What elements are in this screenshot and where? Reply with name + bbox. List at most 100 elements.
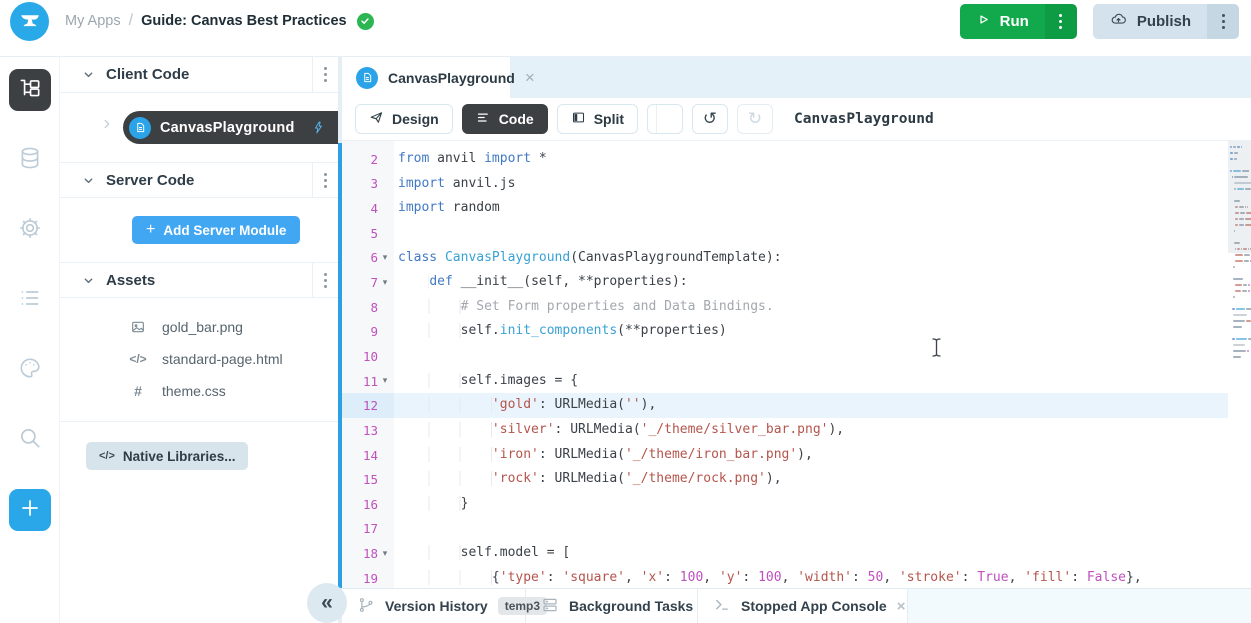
theme-tab[interactable] (9, 349, 51, 391)
gutter-line: 11▾ (342, 369, 394, 394)
minimap-line (1233, 278, 1251, 280)
publish-options-button[interactable] (1207, 4, 1239, 39)
bottom-bar-filler (908, 589, 1251, 623)
breadcrumb-my-apps[interactable]: My Apps (65, 13, 121, 29)
anvil-logo[interactable] (10, 2, 49, 41)
breadcrumb: My Apps / Guide: Canvas Best Practices (65, 12, 374, 30)
code-line: # Set Form properties and Data Bindings. (394, 295, 1228, 320)
run-button-group: Run (960, 4, 1077, 39)
asset-file-name: theme.css (162, 383, 226, 399)
gutter-line: 9 (342, 319, 394, 344)
gutter-line: 19 (342, 566, 394, 591)
assets-menu-button[interactable] (312, 263, 338, 297)
cloud-upload-icon (1109, 11, 1128, 32)
close-console-icon[interactable]: × (897, 598, 906, 615)
fold-toggle-icon[interactable]: ▾ (378, 376, 392, 386)
minimap-line (1233, 350, 1251, 352)
tab-canvasplayground[interactable]: CanvasPlayground × (342, 57, 510, 98)
publish-label: Publish (1137, 13, 1191, 30)
client-code-header[interactable]: Client Code (60, 57, 338, 93)
run-button[interactable]: Run (960, 4, 1045, 39)
tab-title: CanvasPlayground (388, 70, 515, 86)
assets-label: Assets (106, 272, 155, 289)
settings-tab[interactable] (9, 209, 51, 251)
panel-resize-handle[interactable] (338, 57, 342, 623)
editor-column: CanvasPlayground × Design Code (342, 57, 1251, 623)
kebab-icon (324, 273, 327, 288)
code-line (394, 517, 1228, 542)
breadcrumb-separator: / (129, 12, 133, 30)
add-button[interactable] (9, 489, 51, 531)
client-code-menu-button[interactable] (312, 57, 338, 92)
run-options-button[interactable] (1045, 4, 1077, 39)
minimap-line (1235, 284, 1251, 286)
server-code-menu-button[interactable] (312, 163, 338, 197)
gutter-line: 7▾ (342, 270, 394, 295)
code-editor[interactable]: 23456▾7▾891011▾12131415161718▾19 from an… (342, 141, 1251, 588)
code-area[interactable]: from anvil import *import anvil.jsimport… (394, 141, 1228, 588)
server-code-header[interactable]: Server Code (60, 162, 338, 198)
minimap-line (1235, 254, 1251, 256)
split-view-button[interactable]: Split (557, 104, 638, 134)
chevron-down-icon[interactable] (82, 68, 95, 81)
add-server-module-button[interactable]: + Add Server Module (132, 216, 300, 244)
editor-menu-button[interactable] (647, 104, 683, 134)
align-left-icon (476, 110, 491, 128)
form-name-label: CanvasPlayground (160, 120, 295, 136)
chevron-down-icon[interactable] (82, 174, 95, 187)
asset-item-theme-css[interactable]: # theme.css (60, 375, 338, 407)
gutter-line: 15 (342, 467, 394, 492)
minimap-viewport[interactable] (1228, 141, 1251, 253)
asset-item-gold-bar[interactable]: gold_bar.png (60, 311, 338, 343)
asset-item-standard-page[interactable]: </> standard-page.html (60, 343, 338, 375)
plus-icon (18, 496, 42, 525)
design-label: Design (392, 111, 439, 127)
add-server-module-label: Add Server Module (163, 223, 286, 238)
data-tables-tab[interactable] (9, 139, 51, 181)
fold-toggle-icon[interactable]: ▾ (378, 549, 392, 559)
assets-header[interactable]: Assets (60, 262, 338, 298)
redo-button[interactable]: ↻ (737, 104, 773, 134)
panel-resize-handle-active[interactable] (338, 143, 342, 588)
terminal-icon (713, 596, 731, 617)
minimap-line (1230, 272, 1249, 274)
code-view-button[interactable]: Code (462, 104, 548, 134)
stopped-app-console-tab[interactable]: Stopped App Console × (698, 589, 908, 623)
gutter-line: 17 (342, 517, 394, 542)
form-item-canvasplayground[interactable]: CanvasPlayground (123, 111, 338, 144)
code-line (394, 344, 1228, 369)
assets-list: gold_bar.png </> standard-page.html # th… (60, 298, 338, 422)
app-logs-tab[interactable] (9, 279, 51, 321)
bottom-bar: Version History temp3 Background Tasks S… (342, 588, 1251, 623)
code-line: self.model = [ (394, 541, 1228, 566)
kebab-icon (1222, 14, 1225, 29)
app-browser-tab[interactable] (9, 69, 51, 111)
close-tab-icon[interactable]: × (525, 69, 535, 86)
gutter-line: 14 (342, 443, 394, 468)
search-tab[interactable] (9, 419, 51, 461)
minimap[interactable] (1228, 141, 1251, 588)
search-icon (17, 425, 43, 456)
version-history-tab[interactable]: Version History temp3 (342, 589, 526, 623)
publish-button[interactable]: Publish (1093, 4, 1207, 39)
fold-toggle-icon[interactable]: ▾ (378, 278, 392, 288)
code-line: self.images = { (394, 369, 1228, 394)
native-libraries-button[interactable]: </> Native Libraries... (86, 442, 248, 470)
design-view-button[interactable]: Design (355, 104, 453, 134)
collapse-panel-button[interactable]: « (307, 583, 347, 623)
mouse-ibeam-cursor (930, 337, 943, 363)
anvil-editor-window: My Apps / Guide: Canvas Best Practices R… (0, 0, 1251, 623)
version-history-label: Version History (385, 598, 488, 614)
undo-button[interactable]: ↺ (692, 104, 728, 134)
editor-gutter: 23456▾7▾891011▾12131415161718▾19 (342, 141, 394, 588)
client-code-tree: CanvasPlayground (60, 93, 338, 162)
chevron-right-icon[interactable] (100, 117, 114, 131)
background-tasks-label: Background Tasks (569, 598, 693, 614)
background-tasks-tab[interactable]: Background Tasks (526, 589, 698, 623)
code-line: from anvil import * (394, 147, 1228, 172)
chevron-down-icon[interactable] (82, 274, 95, 287)
code-line: self.init_components(**properties) (394, 319, 1228, 344)
gutter-line: 16 (342, 492, 394, 517)
code-label: Code (499, 111, 534, 127)
fold-toggle-icon[interactable]: ▾ (378, 253, 392, 263)
